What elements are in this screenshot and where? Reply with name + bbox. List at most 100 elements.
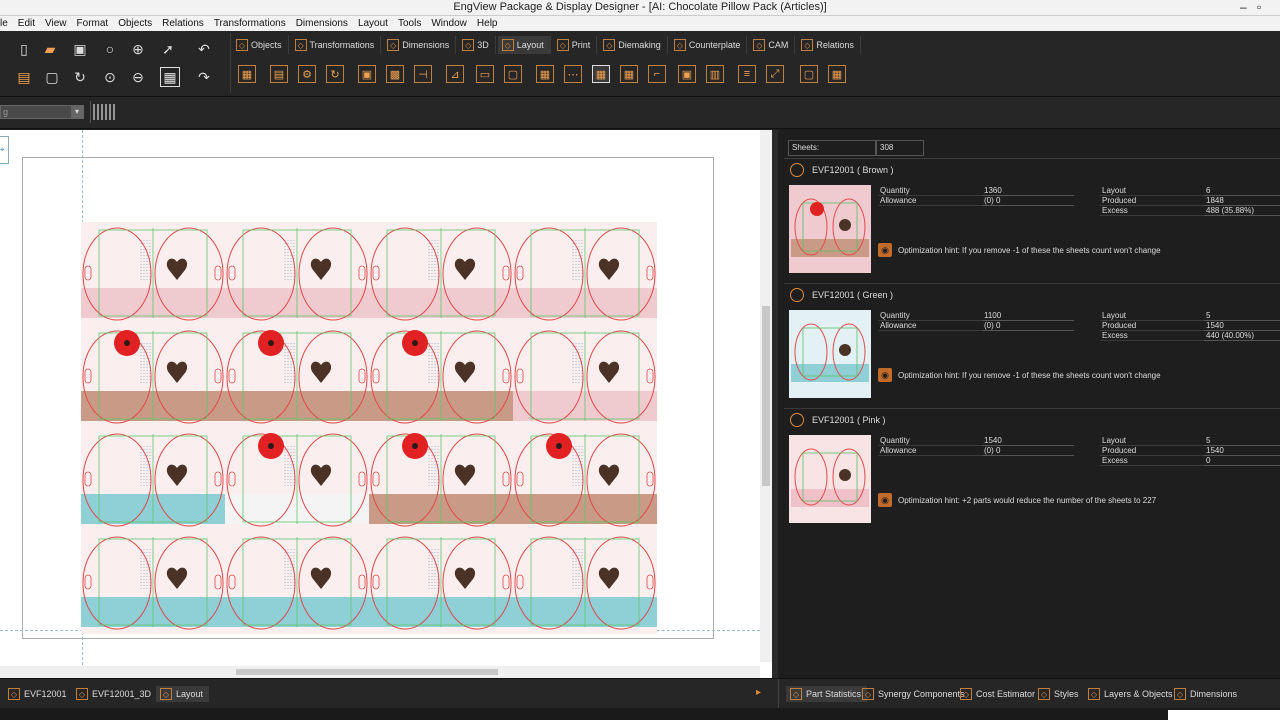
panel-tab-3[interactable]: ◇ Styles <box>1034 686 1085 702</box>
print-icon[interactable]: ▤ <box>14 67 34 87</box>
nesting-layout[interactable] <box>81 222 657 634</box>
field-label: Excess <box>1100 456 1204 466</box>
layout-canvas[interactable]: ⌖ <box>0 130 772 678</box>
active-layout-icon[interactable]: ▦ <box>592 65 610 83</box>
panel-tab-1[interactable]: ◇ Synergy Components <box>858 686 971 702</box>
menu-item-6[interactable]: Transformations <box>214 18 286 29</box>
tab-label: CAM <box>768 40 789 50</box>
zoom-fit-icon[interactable]: ⊙ <box>100 67 120 87</box>
open-folder-icon[interactable]: ▰ <box>40 39 60 59</box>
expand-arrow-icon[interactable]: ▸ <box>756 687 761 698</box>
split-icon[interactable]: ▥ <box>706 65 724 83</box>
tab-transformations[interactable]: ◇ Transformations <box>291 36 382 54</box>
zoom-in-icon[interactable]: ⊕ <box>128 39 148 59</box>
nest-parts-icon[interactable]: ▦ <box>238 65 256 83</box>
sheet-frame-icon[interactable]: ▢ <box>800 65 818 83</box>
tab-print[interactable]: ◇ Print <box>553 36 598 54</box>
array-icon[interactable]: ▦ <box>620 65 638 83</box>
field-label: Layout <box>1100 186 1204 196</box>
vertical-scrollbar[interactable] <box>760 130 772 662</box>
tab-relations[interactable]: ◇ Relations <box>797 36 861 54</box>
transform-tool-icon[interactable]: ⤢ <box>766 65 784 83</box>
canvas-side-handle[interactable]: ⌖ <box>0 136 9 164</box>
part-select-radio[interactable] <box>790 163 804 177</box>
menu-item-8[interactable]: Layout <box>358 18 388 29</box>
select-area-icon[interactable]: ▢ <box>504 65 522 83</box>
field-value-quantity[interactable]: 1360 <box>982 186 1074 196</box>
document-tab-1[interactable]: ◇ EVF12001_3D <box>72 686 157 702</box>
print-icon: ◇ <box>556 39 569 51</box>
tab-3d[interactable]: ◇ 3D <box>458 36 496 54</box>
grid-nest-icon[interactable]: ▤ <box>270 65 288 83</box>
select-pointer-icon[interactable]: ➚ <box>158 39 178 59</box>
field-value-allowance[interactable]: (0) 0 <box>982 196 1074 206</box>
tab-dimensions[interactable]: ◇ Dimensions <box>383 36 457 54</box>
frame-icon[interactable]: ▭ <box>476 65 494 83</box>
distribute-icon[interactable]: ≡ <box>738 65 756 83</box>
layout-grid-icon[interactable]: ▦ <box>536 65 554 83</box>
part-thumbnail <box>789 185 871 273</box>
menu-item-10[interactable]: Window <box>431 18 467 29</box>
step-icon[interactable]: ⌐ <box>648 65 666 83</box>
new-document-icon[interactable]: ▯ <box>14 39 34 59</box>
field-value-quantity[interactable]: 1100 <box>982 311 1074 321</box>
horizontal-scroll-thumb[interactable] <box>236 669 498 675</box>
panel-tab-5[interactable]: ◇ Dimensions <box>1170 686 1243 702</box>
save-icon[interactable]: ▣ <box>70 39 90 59</box>
layer-combo[interactable]: g ▾ <box>0 105 84 119</box>
sheet-grid-icon[interactable]: ▦ <box>828 65 846 83</box>
hint-icon[interactable]: ◉ <box>878 493 892 507</box>
panel-tab-4[interactable]: ◇ Layers & Objects <box>1084 686 1179 702</box>
document-tab-0[interactable]: ◇ EVF12001 <box>4 686 73 702</box>
part-select-radio[interactable] <box>790 288 804 302</box>
mirror-icon[interactable]: ⊿ <box>446 65 464 83</box>
stack-icon[interactable]: ▩ <box>386 65 404 83</box>
document-tab-label: EVF12001_3D <box>92 689 152 699</box>
window-title: EngView Package & Display Designer - [AI… <box>453 1 827 13</box>
hint-text: Optimization hint: If you remove -1 of t… <box>898 370 1161 380</box>
snap-grid-icon[interactable]: ⋯ <box>564 65 582 83</box>
menu-item-7[interactable]: Dimensions <box>296 18 348 29</box>
tab-layout[interactable]: ◇ Layout <box>497 36 551 54</box>
menu-item-5[interactable]: Relations <box>162 18 204 29</box>
bottom-bar: ◇ EVF12001 ◇ EVF12001_3D ◇ Layout ▸ ◇ Part Sta… <box>0 678 1280 709</box>
preview-icon[interactable]: ▢ <box>42 67 62 87</box>
field-value-allowance[interactable]: (0) 0 <box>982 446 1074 456</box>
horizontal-scrollbar[interactable] <box>0 666 760 678</box>
refresh-icon[interactable]: ↻ <box>70 67 90 87</box>
field-value-allowance[interactable]: (0) 0 <box>982 321 1074 331</box>
menu-item-0[interactable]: le <box>0 18 8 29</box>
copy-part-icon[interactable]: ▣ <box>358 65 376 83</box>
menu-item-9[interactable]: Tools <box>398 18 421 29</box>
chevron-down-icon[interactable]: ▾ <box>71 106 83 118</box>
rotate-part-icon[interactable]: ↻ <box>326 65 344 83</box>
barcode-icon[interactable] <box>90 101 118 123</box>
tab-diemaking[interactable]: ◇ Diemaking <box>599 36 668 54</box>
tab-cam[interactable]: ◇ CAM <box>749 36 796 54</box>
menu-item-3[interactable]: Format <box>77 18 109 29</box>
menu-item-2[interactable]: View <box>45 18 67 29</box>
redo-icon[interactable]: ↷ <box>194 67 214 87</box>
menu-item-11[interactable]: Help <box>477 18 498 29</box>
maximize-button[interactable]: ▫ <box>1257 0 1261 14</box>
field-value-quantity[interactable]: 1540 <box>982 436 1074 446</box>
tab-counterplate[interactable]: ◇ Counterplate <box>670 36 748 54</box>
duplicate-icon[interactable]: ▣ <box>678 65 696 83</box>
panel-tab-2[interactable]: ◇ Cost Estimator <box>956 686 1041 702</box>
panel-tab-0[interactable]: ◇ Part Statistics <box>786 686 868 702</box>
document-tab-2[interactable]: ◇ Layout <box>156 686 210 702</box>
menu-item-1[interactable]: Edit <box>18 18 35 29</box>
part-select-radio[interactable] <box>790 413 804 427</box>
hint-icon[interactable]: ◉ <box>878 243 892 257</box>
zoom-out-icon[interactable]: ⊖ <box>128 67 148 87</box>
tab-objects[interactable]: ◇ Objects <box>232 36 289 54</box>
align-icon[interactable]: ⊣ <box>414 65 432 83</box>
grid-view-icon[interactable]: ▦ <box>160 67 180 87</box>
menu-item-4[interactable]: Objects <box>118 18 152 29</box>
auto-layout-icon[interactable]: ⚙ <box>298 65 316 83</box>
vertical-scroll-thumb[interactable] <box>762 306 770 486</box>
zoom-icon[interactable]: ○ <box>100 39 120 59</box>
hint-icon[interactable]: ◉ <box>878 368 892 382</box>
undo-icon[interactable]: ↶ <box>194 39 214 59</box>
minimize-button[interactable]: – <box>1240 0 1247 14</box>
